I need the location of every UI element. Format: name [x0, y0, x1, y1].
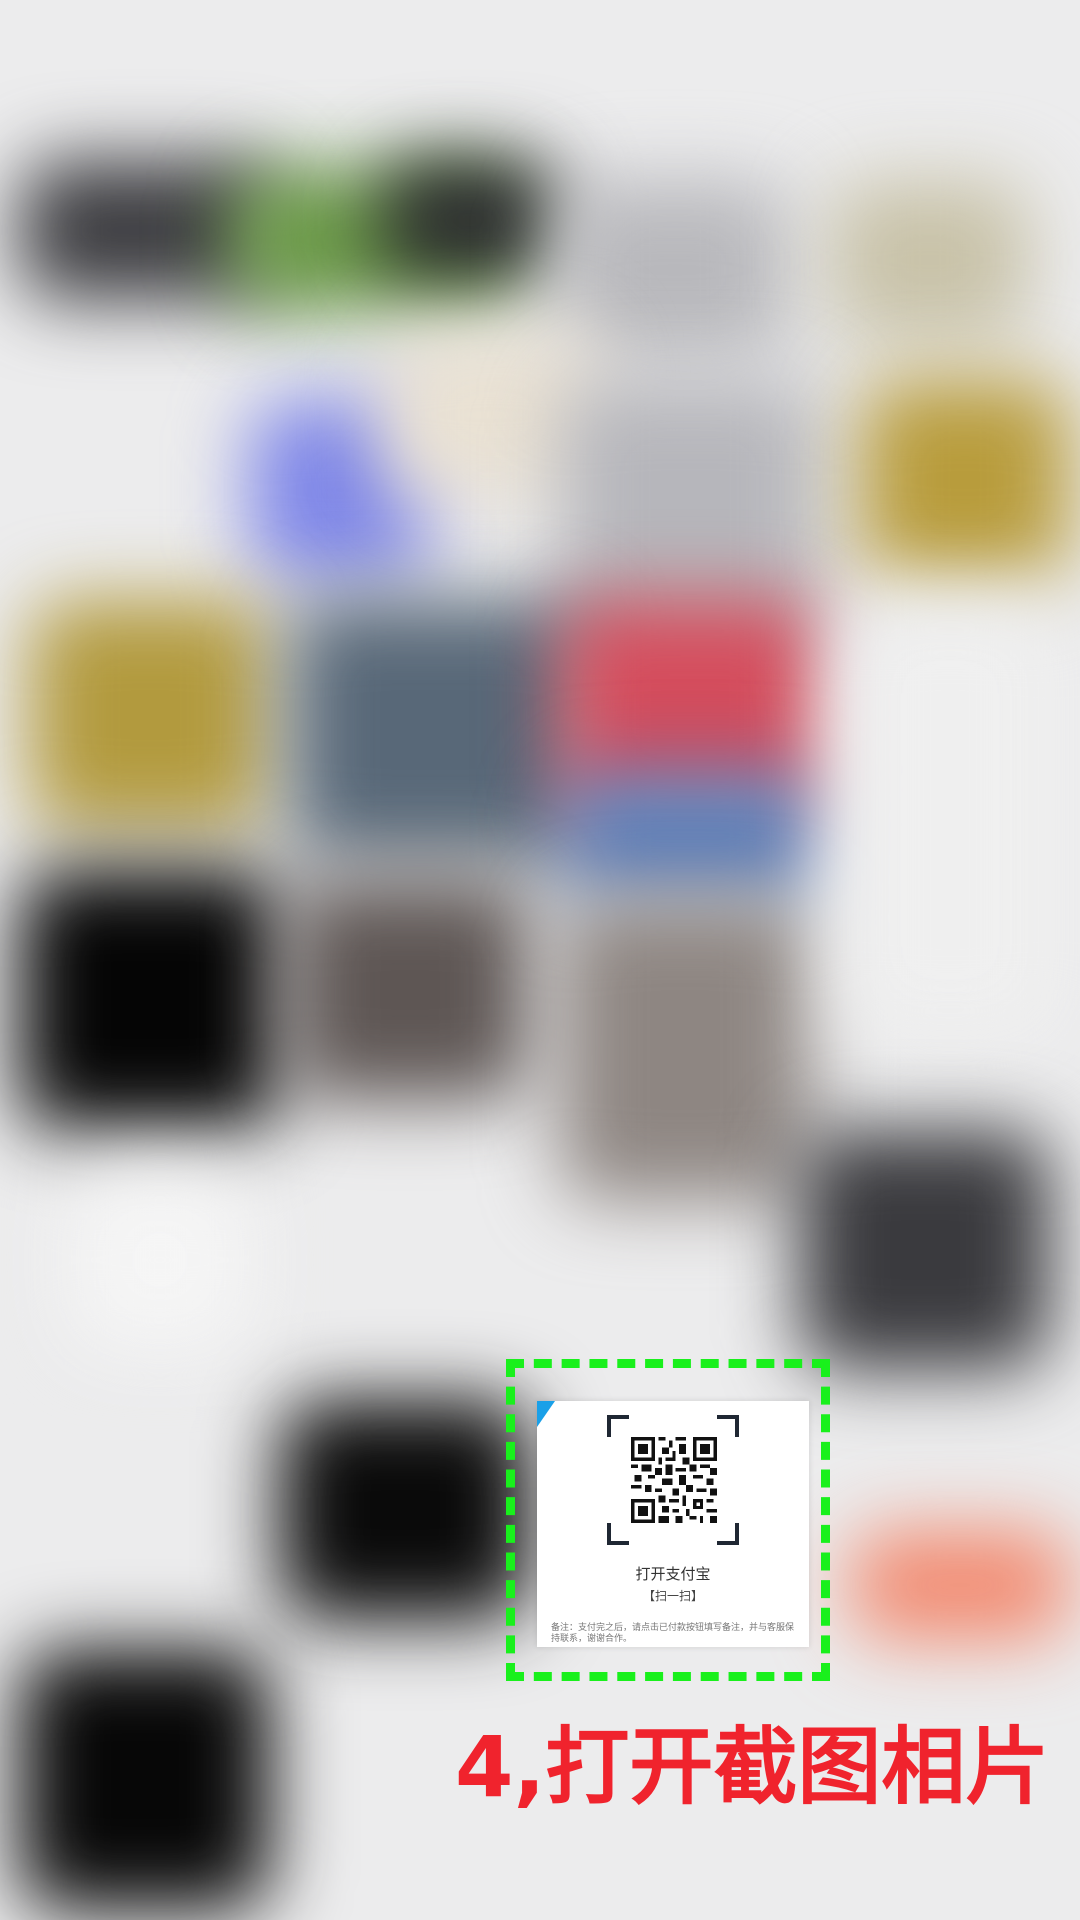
blurred-thumbnail	[840, 600, 1060, 1040]
blurred-thumbnail	[830, 180, 1030, 340]
step-instruction-caption: 4,打开截图相片	[455, 1718, 1050, 1816]
blurred-thumbnail	[280, 1400, 530, 1620]
blurred-thumbnail	[20, 870, 280, 1130]
blurred-thumbnail	[290, 600, 590, 860]
blurred-thumbnail	[560, 770, 820, 900]
blurred-thumbnail	[560, 900, 810, 1200]
blurred-thumbnail	[560, 180, 790, 360]
blurred-thumbnail	[380, 160, 560, 280]
blurred-thumbnail	[800, 1130, 1050, 1370]
blurred-thumbnail	[70, 1170, 250, 1350]
blurred-thumbnail	[290, 880, 530, 1100]
blurred-thumbnail	[20, 1650, 270, 1910]
blurred-thumbnail	[850, 1530, 1070, 1640]
blurred-thumbnail	[860, 380, 1070, 580]
blurred-thumbnail	[30, 600, 270, 830]
dashed-highlight-frame	[506, 1359, 830, 1681]
